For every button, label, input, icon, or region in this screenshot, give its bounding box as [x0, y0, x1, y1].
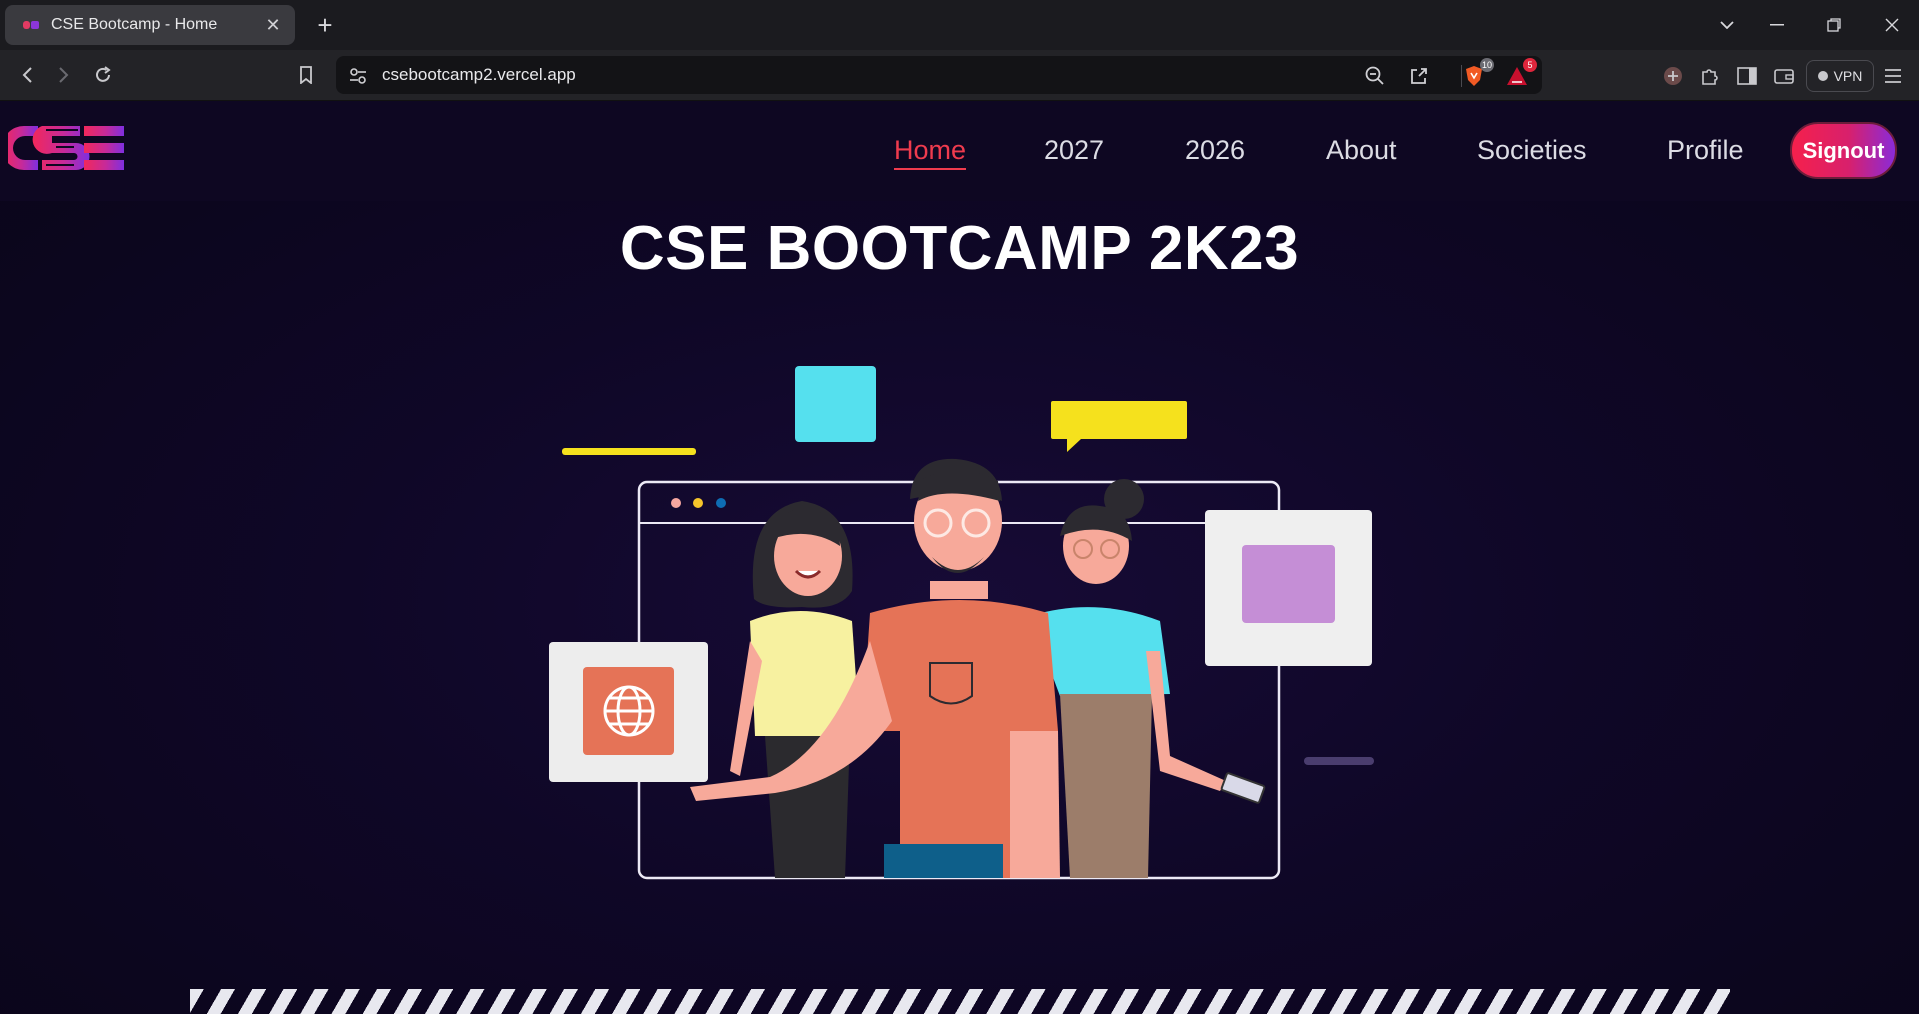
arrow-left-icon[interactable] — [12, 60, 42, 90]
nav-profile[interactable]: Profile — [1667, 135, 1744, 166]
hamburger-icon[interactable] — [1880, 63, 1906, 89]
arrow-right-icon[interactable] — [49, 60, 79, 90]
nav-2027[interactable]: 2027 — [1044, 135, 1104, 166]
shield-icon[interactable]: 10 — [1462, 58, 1494, 88]
browser-tab[interactable]: CSE Bootcamp - Home ✕ — [5, 5, 295, 45]
browser-toolbar: csebootcamp2.vercel.app 10 5 VPN — [0, 50, 1919, 101]
url-text: csebootcamp2.vercel.app — [382, 65, 576, 84]
signout-button[interactable]: Signout — [1790, 122, 1897, 179]
nav-2026[interactable]: 2026 — [1185, 135, 1245, 166]
sidebar-icon[interactable] — [1734, 63, 1760, 89]
vpn-label: VPN — [1833, 68, 1863, 84]
web-page: Home 2027 2026 About Societies Profile S… — [0, 101, 1919, 1014]
hero-illustration — [549, 366, 1374, 880]
tab-title: CSE Bootcamp - Home — [51, 16, 218, 33]
extension-icon[interactable] — [1660, 63, 1686, 89]
nav-home[interactable]: Home — [894, 135, 967, 170]
restore-icon[interactable] — [1811, 0, 1857, 50]
site-favicon-icon — [23, 20, 39, 30]
cse-logo[interactable] — [8, 120, 128, 176]
tune-icon[interactable] — [346, 64, 370, 88]
decorative-stripes — [190, 989, 1730, 1014]
zoom-out-icon[interactable] — [1363, 64, 1387, 88]
shield-badge: 10 — [1479, 58, 1494, 72]
chevron-down-icon[interactable] — [1704, 0, 1750, 50]
vpn-status-icon — [1817, 71, 1828, 81]
close-icon[interactable]: ✕ — [263, 15, 283, 36]
browser-tab-bar: CSE Bootcamp - Home ✕ + — [0, 0, 1919, 50]
puzzle-icon[interactable] — [1697, 63, 1723, 89]
alert-badge: 5 — [1523, 58, 1537, 72]
nav-about[interactable]: About — [1326, 135, 1397, 166]
vpn-button[interactable]: VPN — [1806, 60, 1874, 92]
reload-icon[interactable] — [88, 60, 118, 90]
plus-icon[interactable]: + — [312, 10, 338, 40]
triangle-alert-icon[interactable]: 5 — [1505, 58, 1537, 88]
bookmark-icon[interactable] — [291, 60, 321, 90]
wallet-icon[interactable] — [1771, 63, 1797, 89]
nav-societies[interactable]: Societies — [1477, 135, 1587, 166]
share-icon[interactable] — [1407, 64, 1431, 88]
address-bar[interactable]: csebootcamp2.vercel.app 10 5 — [336, 56, 1542, 94]
site-header: Home 2027 2026 About Societies Profile S… — [0, 101, 1919, 201]
page-title: CSE BOOTCAMP 2K23 — [619, 214, 1300, 283]
minimize-icon[interactable] — [1754, 0, 1800, 50]
window-close-icon[interactable] — [1869, 0, 1915, 50]
